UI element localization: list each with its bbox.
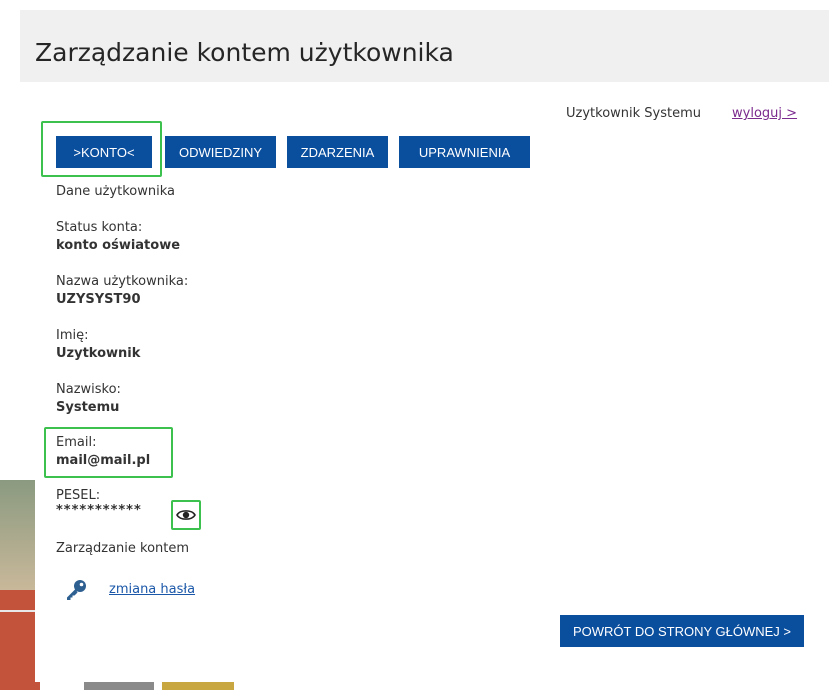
status-value: konto oświatowe bbox=[56, 238, 181, 253]
background-building bbox=[0, 480, 40, 590]
last-name-label: Nazwisko: bbox=[56, 382, 121, 397]
email-label: Email: bbox=[56, 435, 97, 450]
current-user-name: Uzytkownik Systemu bbox=[566, 106, 702, 121]
background-court-line bbox=[0, 610, 40, 612]
email-value: mail@mail.pl bbox=[56, 453, 151, 468]
pesel-label: PESEL: bbox=[56, 488, 101, 503]
key-icon bbox=[64, 578, 88, 602]
username-value: UZYSYST90 bbox=[56, 292, 141, 307]
last-name-value: Systemu bbox=[56, 400, 120, 415]
logout-link[interactable]: wyloguj > bbox=[732, 106, 797, 121]
account-management-title: Zarządzanie kontem bbox=[56, 541, 190, 556]
section-title: Dane użytkownika bbox=[56, 184, 175, 199]
tab-zdarzenia[interactable]: ZDARZENIA bbox=[287, 136, 388, 168]
pesel-value: *********** bbox=[56, 503, 142, 518]
page-title: Zarządzanie kontem użytkownika bbox=[35, 38, 454, 67]
username-label: Nazwa użytkownika: bbox=[56, 274, 189, 289]
eye-icon[interactable] bbox=[176, 506, 196, 524]
tab-odwiedziny[interactable]: ODWIEDZINY bbox=[165, 136, 276, 168]
tab-uprawnienia[interactable]: UPRAWNIENIA bbox=[399, 136, 530, 168]
background-court bbox=[0, 590, 40, 690]
change-password-link[interactable]: zmiana hasła bbox=[109, 582, 195, 597]
back-to-home-button[interactable]: POWRÓT DO STRONY GŁÓWNEJ > bbox=[560, 615, 804, 647]
first-name-value: Uzytkownik bbox=[56, 346, 141, 361]
first-name-label: Imię: bbox=[56, 328, 89, 343]
tab-konto[interactable]: >KONTO< bbox=[56, 136, 152, 168]
status-label: Status konta: bbox=[56, 220, 143, 235]
